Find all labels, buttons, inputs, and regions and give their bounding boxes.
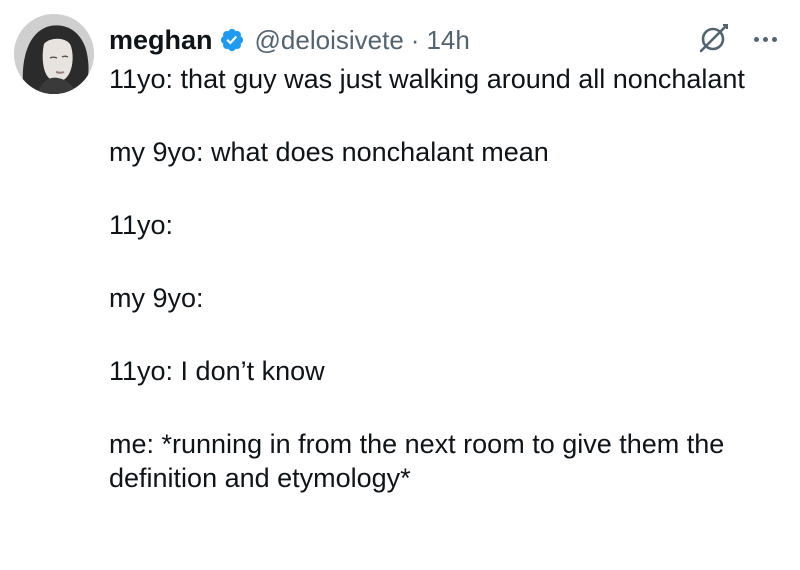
tweet-paragraph: 11yo: I don’t know	[109, 356, 325, 386]
separator-dot: ·	[410, 24, 420, 55]
tweet-header: meghan @deloisivete · 14h	[109, 22, 470, 58]
tweet: meghan @deloisivete · 14h 11yo: that guy…	[0, 0, 800, 570]
tweet-paragraph: my 9yo:	[109, 283, 204, 313]
author-name[interactable]: meghan	[109, 25, 213, 56]
tweet-timestamp[interactable]: 14h	[426, 25, 469, 56]
tweet-text: 11yo: that guy was just walking around a…	[109, 62, 789, 495]
more-options-icon[interactable]	[748, 22, 782, 56]
grok-icon[interactable]	[696, 22, 730, 56]
tweet-paragraph: me: *running in from the next room to gi…	[109, 429, 725, 493]
tweet-paragraph: my 9yo: what does nonchalant mean	[109, 137, 549, 167]
user-photo-avatar-icon	[14, 14, 94, 94]
tweet-paragraph: 11yo: that guy was just walking around a…	[109, 64, 745, 94]
more-dot	[762, 36, 768, 42]
avatar[interactable]	[14, 14, 94, 94]
tweet-paragraph: 11yo:	[109, 210, 174, 240]
author-handle[interactable]: @deloisivete	[255, 25, 404, 56]
more-dot	[753, 36, 759, 42]
more-dot	[771, 36, 777, 42]
verified-badge-icon[interactable]	[219, 27, 245, 53]
